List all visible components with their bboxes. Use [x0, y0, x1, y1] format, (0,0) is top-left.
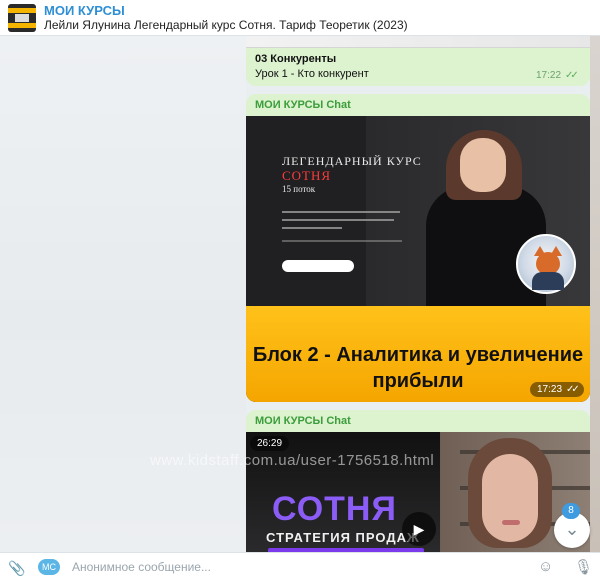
video-subtitle: СТРАТЕГИЯ ПРОДАЖ [266, 530, 420, 545]
video-duration: 26:29 [250, 436, 290, 451]
message-bubble-promo[interactable]: МОИ КУРСЫ Chat ЛЕГЕНДАРНЫЙ КУРС СОТНЯ 15… [246, 94, 590, 402]
avatar-center-shape [15, 13, 29, 22]
message-input-bar[interactable]: 📎 MC Анонимное сообщение... ☺ 🎙 [0, 552, 600, 580]
chat-background-left [0, 36, 246, 552]
promo-cta-shape [282, 260, 354, 272]
woman-video-lips [502, 520, 520, 525]
fox-avatar-icon [516, 234, 576, 294]
avatar-stripe-bottom [8, 22, 36, 28]
promo-text-line [282, 219, 394, 221]
watermark: www.kidstaff.com.ua/user-1756518.html [150, 452, 435, 469]
message-input[interactable]: Анонимное сообщение... [72, 560, 211, 574]
message-image-preview[interactable] [246, 36, 590, 48]
message-text: Урок 1 - Кто конкурент [255, 68, 369, 80]
promo-image[interactable]: ЛЕГЕНДАРНЫЙ КУРС СОТНЯ 15 поток Блок 2 -… [246, 116, 590, 402]
promo-stream: 15 поток [282, 184, 316, 194]
promo-text-line [282, 240, 402, 242]
smile-icon[interactable]: ☺ [538, 558, 553, 575]
message-time: 17:22 [536, 70, 562, 81]
unread-badge[interactable]: 8 [562, 503, 580, 519]
promo-course-name: СОТНЯ [282, 168, 332, 183]
fox-head [536, 252, 560, 274]
channel-name[interactable]: МОИ КУРСЫ [44, 3, 408, 18]
channel-subtitle: Лейли Ялунина Легендарный курс Сотня. Та… [44, 17, 408, 32]
chat-header[interactable]: МОИ КУРСЫ Лейли Ялунина Легендарный курс… [0, 0, 600, 36]
message-bubble-lesson[interactable]: 03 Конкуренты Урок 1 - Кто конкурент 17:… [246, 36, 590, 86]
message-title: 03 Конкуренты [255, 53, 337, 65]
message-meta: 17:22 ✓✓ [536, 70, 579, 81]
woman-figure-face [460, 138, 506, 192]
message-time-chip: 17:23 ✓✓ [530, 382, 584, 397]
sender-avatar[interactable]: MC [38, 559, 60, 575]
header-text: МОИ КУРСЫ Лейли Ялунина Легендарный курс… [44, 3, 408, 33]
promo-course-label: ЛЕГЕНДАРНЫЙ КУРС [282, 154, 422, 168]
fox-body [532, 272, 564, 290]
message-time: 17:23 [537, 384, 563, 395]
microphone-icon[interactable]: 🎙 [574, 558, 593, 576]
channel-avatar[interactable] [8, 3, 36, 32]
message-sender[interactable]: МОИ КУРСЫ Chat [255, 99, 351, 111]
promo-text-line [282, 211, 400, 213]
play-icon[interactable]: ▶ [402, 512, 436, 546]
message-sender[interactable]: МОИ КУРСЫ Chat [255, 415, 351, 427]
promo-text-line [282, 227, 342, 229]
chat-background-right [590, 36, 600, 552]
paperclip-icon[interactable]: 📎 [8, 560, 25, 577]
video-title: СОТНЯ [272, 490, 397, 528]
double-check-icon: ✓✓ [565, 70, 579, 81]
double-check-icon: ✓✓ [566, 384, 580, 395]
woman-video-face [482, 454, 538, 542]
avatar-stripe-top [8, 7, 36, 13]
